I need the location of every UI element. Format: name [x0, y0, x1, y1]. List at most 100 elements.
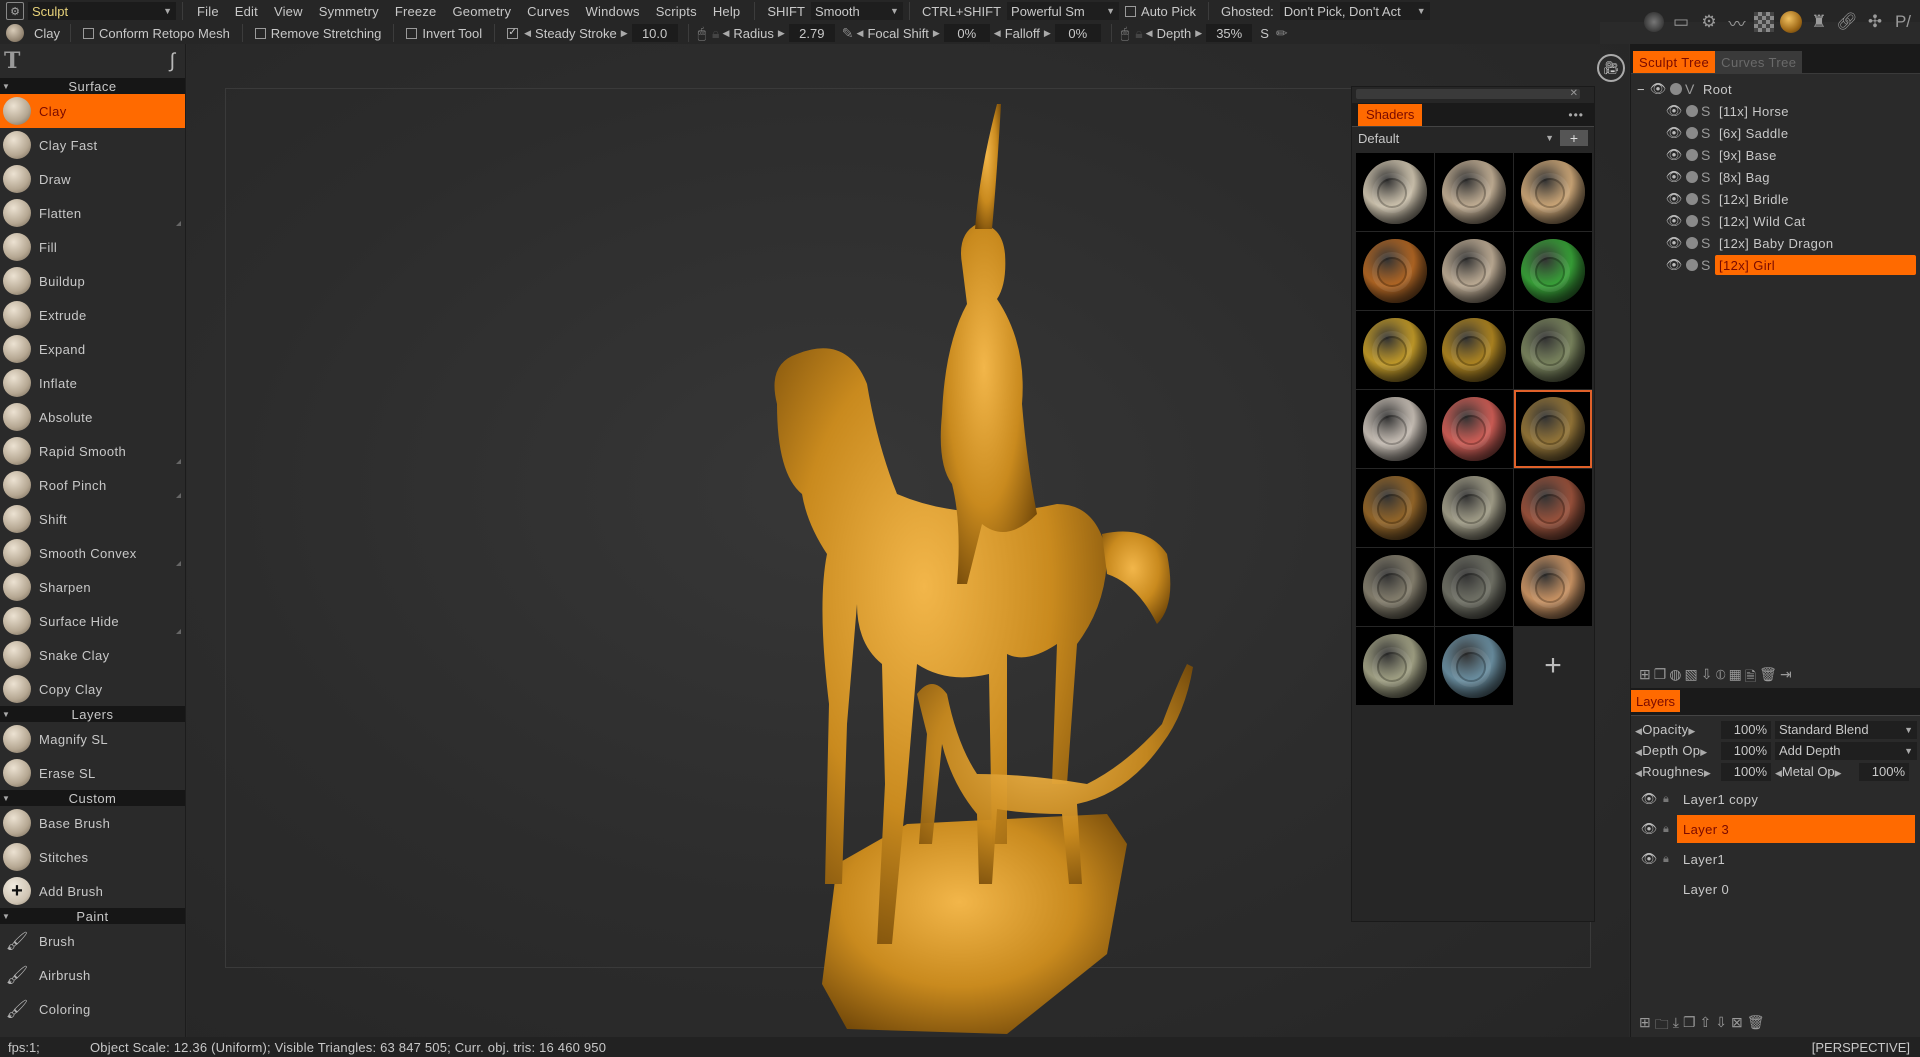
- section-header-layers[interactable]: ▼ Layers: [0, 706, 185, 722]
- shader-swatch[interactable]: [1514, 469, 1592, 547]
- menu-windows[interactable]: Windows: [578, 4, 648, 19]
- increase-arrow-icon[interactable]: ▶: [778, 28, 785, 39]
- auto-pick-checkbox[interactable]: Auto Pick: [1119, 4, 1202, 19]
- lock-icon[interactable]: 🔒︎: [1663, 793, 1677, 806]
- shader-swatch[interactable]: [1435, 469, 1513, 547]
- shader-swatch[interactable]: [1356, 548, 1434, 626]
- layer-name[interactable]: Layer1: [1677, 845, 1915, 873]
- menu-freeze[interactable]: Freeze: [387, 4, 445, 19]
- bug-icon[interactable]: ✣: [1864, 11, 1886, 33]
- clone-icon[interactable]: ❐: [1654, 666, 1667, 690]
- focal-shift-field[interactable]: 0%: [943, 24, 990, 42]
- current-brush-icon[interactable]: [6, 24, 24, 42]
- tree-root-name[interactable]: Root: [1699, 79, 1916, 99]
- close-icon[interactable]: ✕: [1570, 89, 1578, 99]
- shader-swatch[interactable]: [1435, 548, 1513, 626]
- tree-item-name[interactable]: [6x] Saddle: [1715, 123, 1916, 143]
- decrease-arrow-icon[interactable]: ◀: [994, 28, 1001, 39]
- conform-retopo-checkbox[interactable]: Conform Retopo Mesh: [77, 26, 236, 41]
- depth-mode-select[interactable]: Add Depth ▼: [1775, 741, 1917, 760]
- duplicate-layer-icon[interactable]: ❐: [1683, 1014, 1696, 1038]
- layer-item[interactable]: 👁︎ 🔒︎ Layer 3: [1631, 814, 1920, 844]
- eye-icon[interactable]: 👁︎: [1665, 235, 1683, 251]
- shader-swatch[interactable]: [1356, 153, 1434, 231]
- section-header-surface[interactable]: ▼ Surface: [0, 78, 185, 94]
- radius-field[interactable]: 2.79: [788, 24, 835, 42]
- shader-swatch[interactable]: [1435, 311, 1513, 389]
- opacity-label[interactable]: ◀Opacity▶: [1635, 722, 1717, 737]
- eye-icon[interactable]: 👁︎: [1665, 257, 1683, 273]
- shader-swatch[interactable]: [1356, 232, 1434, 310]
- layer-name[interactable]: Layer 3: [1677, 815, 1915, 843]
- tree-item[interactable]: 👁︎ S [8x] Bag: [1631, 166, 1920, 188]
- brush-coloring[interactable]: 🖌︎ Coloring: [0, 992, 185, 1026]
- increase-arrow-icon[interactable]: ▶: [1044, 28, 1051, 39]
- smooth-toggle[interactable]: S: [1256, 26, 1273, 41]
- roughness-label[interactable]: ◀Roughnes▶: [1635, 764, 1717, 779]
- increase-arrow-icon[interactable]: ▶: [621, 28, 628, 39]
- move-down-icon[interactable]: ⇩: [1715, 1014, 1727, 1038]
- add-layer-icon[interactable]: ⊞: [1639, 1014, 1651, 1038]
- brush-brush[interactable]: 🖌︎ Brush: [0, 924, 185, 958]
- tree-item-name[interactable]: [12x] Girl: [1715, 255, 1916, 275]
- ctrl-shift-tool-select[interactable]: Powerful Sm ▼: [1007, 2, 1120, 20]
- lock-icon[interactable]: 🔒︎: [1132, 25, 1145, 42]
- ghost-toggle-icon[interactable]: [1686, 127, 1698, 139]
- tree-item-name[interactable]: [11x] Horse: [1715, 101, 1916, 121]
- shader-swatch[interactable]: [1356, 469, 1434, 547]
- link-icon[interactable]: 🔗︎: [1836, 11, 1858, 33]
- tree-item[interactable]: 👁︎ S [9x] Base: [1631, 144, 1920, 166]
- eye-icon[interactable]: 👁︎: [1649, 81, 1667, 97]
- shader-swatch[interactable]: [1356, 390, 1434, 468]
- mask-icon[interactable]: ♜: [1808, 11, 1830, 33]
- brush-absolute[interactable]: Absolute: [0, 400, 185, 434]
- brush-add-brush[interactable]: + Add Brush: [0, 874, 185, 908]
- layer-item[interactable]: 👁︎ 🔒︎ Layer1: [1631, 844, 1920, 874]
- eye-icon[interactable]: 👁︎: [1665, 125, 1683, 141]
- brush-surface-hide[interactable]: Surface Hide: [0, 604, 185, 638]
- brush-base-brush[interactable]: Base Brush: [0, 806, 185, 840]
- tree-item[interactable]: 👁︎ S [12x] Bridle: [1631, 188, 1920, 210]
- tab-layers[interactable]: Layers: [1631, 690, 1681, 712]
- shaders-tab[interactable]: Shaders: [1358, 103, 1423, 126]
- shader-swatch[interactable]: [1514, 390, 1592, 468]
- shift-tool-select[interactable]: Smooth ▼: [810, 2, 903, 20]
- lock-icon[interactable]: 🔒︎: [1663, 853, 1677, 866]
- projection-mode[interactable]: [PERSPECTIVE]: [1812, 1040, 1920, 1055]
- shader-swatch[interactable]: [1435, 627, 1513, 705]
- tree-root-row[interactable]: − 👁︎ V Root: [1631, 78, 1920, 100]
- ghosted-select[interactable]: Don't Pick, Don't Act ▼: [1279, 2, 1430, 20]
- depth-field[interactable]: 35%: [1206, 24, 1253, 42]
- menu-curves[interactable]: Curves: [519, 4, 577, 19]
- brush-erase-sl[interactable]: Erase SL: [0, 756, 185, 790]
- increase-arrow-icon[interactable]: ▶: [1195, 28, 1202, 39]
- lock-icon[interactable]: 🔒︎: [1663, 823, 1677, 836]
- collapse-triangle-icon[interactable]: ▼: [2, 794, 10, 803]
- brush-expand[interactable]: Expand: [0, 332, 185, 366]
- section-header-paint[interactable]: ▼ Paint: [0, 908, 185, 924]
- eye-icon[interactable]: 👁︎: [1635, 821, 1663, 837]
- import-icon[interactable]: ⇩: [1701, 666, 1713, 690]
- brush-clay-fast[interactable]: Clay Fast: [0, 128, 185, 162]
- brush-flatten[interactable]: Flatten: [0, 196, 185, 230]
- ghost-toggle-icon[interactable]: [1686, 171, 1698, 183]
- tree-item[interactable]: 👁︎ S [6x] Saddle: [1631, 122, 1920, 144]
- shader-preset-select[interactable]: Default ▼ +: [1352, 127, 1594, 149]
- grid-icon[interactable]: ▦: [1729, 666, 1742, 690]
- brush-snake-clay[interactable]: Snake Clay: [0, 638, 185, 672]
- checker-icon[interactable]: [1754, 12, 1774, 32]
- tree-item[interactable]: 👁︎ S [12x] Wild Cat: [1631, 210, 1920, 232]
- ghost-toggle-icon[interactable]: [1686, 237, 1698, 249]
- eye-icon[interactable]: 👁︎: [1665, 169, 1683, 185]
- menu-file[interactable]: File: [189, 4, 227, 19]
- layer-item[interactable]: Layer 0: [1631, 874, 1920, 904]
- blend-mode-select[interactable]: Standard Blend ▼: [1775, 720, 1917, 739]
- section-header-custom[interactable]: ▼ Custom: [0, 790, 185, 806]
- menu-symmetry[interactable]: Symmetry: [311, 4, 387, 19]
- brush-copy-clay[interactable]: Copy Clay: [0, 672, 185, 706]
- invert-tool-checkbox[interactable]: Invert Tool: [400, 26, 488, 41]
- ghost-toggle-icon[interactable]: [1686, 149, 1698, 161]
- layer-name[interactable]: Layer 0: [1677, 875, 1915, 903]
- collapse-triangle-icon[interactable]: ▼: [2, 912, 10, 921]
- shader-swatch[interactable]: [1435, 232, 1513, 310]
